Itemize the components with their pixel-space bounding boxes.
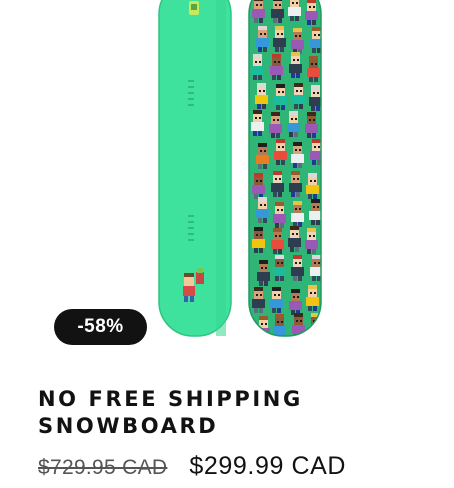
sale-price: $299.99 CAD [189,452,347,480]
product-title[interactable]: No Free Shipping Snowboard [38,386,418,440]
price-row: $729.95 CAD $299.99 CAD [38,452,346,481]
product-image[interactable] [150,0,335,340]
product-card[interactable]: -58% No Free Shipping Snowboard $729.95 … [0,0,454,488]
sale-badge: -58% [54,309,147,345]
snowboard-bottom-view [248,0,322,337]
compare-at-price: $729.95 CAD [38,456,168,479]
snowboard-top-view [158,0,232,337]
